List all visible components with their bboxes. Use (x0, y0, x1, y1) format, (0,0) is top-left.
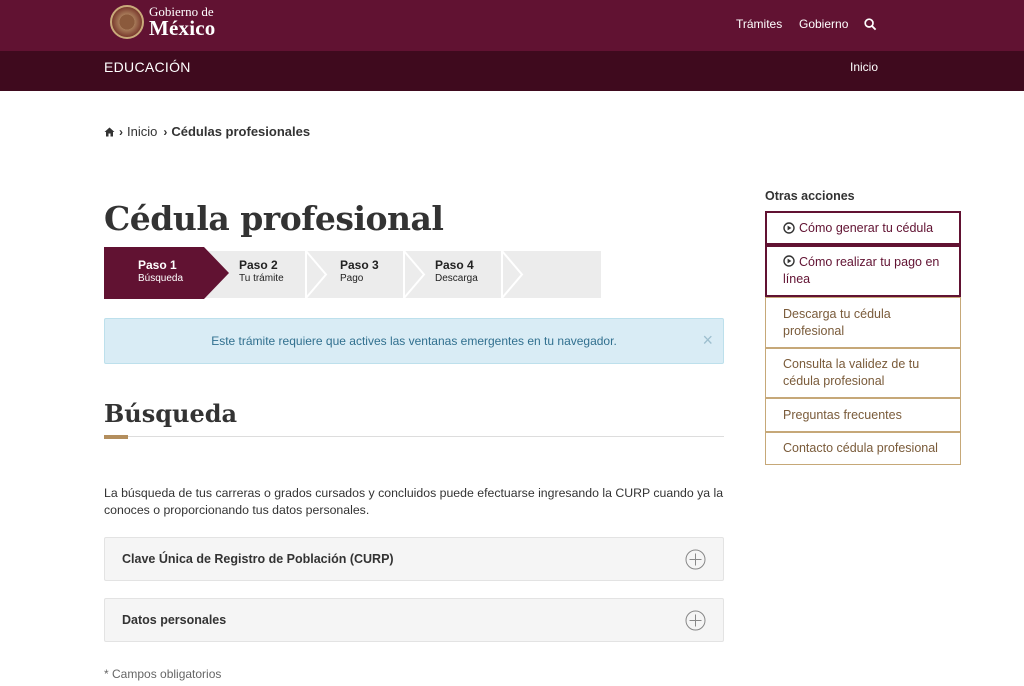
popup-alert: Este trámite requiere que actives las ve… (104, 318, 724, 364)
sidebar-heading: Otras acciones (765, 189, 855, 203)
accordion-curp[interactable]: Clave Única de Registro de Población (CU… (104, 537, 724, 581)
section-divider (104, 436, 724, 437)
section-description: La búsqueda de tus carreras o grados cur… (104, 486, 724, 517)
sidebar-item-descarga-cedula[interactable]: Descarga tu cédula profesional (765, 297, 961, 348)
sidebar-item-preguntas-frecuentes[interactable]: Preguntas frecuentes (765, 398, 961, 432)
accordion-datos-personales[interactable]: Datos personales (104, 598, 724, 642)
gobierno-mexico-logo[interactable]: Gobierno de México (110, 5, 216, 39)
chevron-right-icon: › (163, 124, 168, 139)
sidebar-item-label: Contacto cédula profesional (783, 441, 938, 455)
play-circle-icon (783, 222, 795, 234)
step-4: Paso 4 Descarga (435, 258, 478, 284)
sidebar-item-pago-en-linea[interactable]: Cómo realizar tu pago en línea (765, 245, 961, 297)
step-2: Paso 2 Tu trámite (239, 258, 284, 284)
top-header: Gobierno de México Trámites Gobierno (0, 0, 1024, 51)
close-icon[interactable]: × (702, 331, 713, 349)
accordion-label: Clave Única de Registro de Población (CU… (122, 552, 394, 566)
required-fields-note: * Campos obligatorios (104, 667, 222, 681)
section-heading: Búsqueda (104, 399, 238, 428)
play-circle-icon (783, 255, 795, 267)
sidebar-item-label: Cómo realizar tu pago en línea (783, 255, 940, 286)
nav-gobierno-link[interactable]: Gobierno (799, 17, 848, 31)
subheader-inicio-link[interactable]: Inicio (850, 60, 878, 74)
logo-line2: México (149, 16, 216, 40)
section-header: EDUCACIÓN Inicio (0, 51, 1024, 91)
step-1[interactable]: Paso 1 Búsqueda (138, 258, 183, 284)
step-3: Paso 3 Pago (340, 258, 379, 284)
sidebar-item-generar-cedula[interactable]: Cómo generar tu cédula (765, 211, 961, 245)
sidebar-item-text: Cómo realizar tu pago en línea (783, 254, 950, 288)
sidebar-item-label: Cómo generar tu cédula (799, 220, 934, 235)
sidebar-item-label: Preguntas frecuentes (783, 407, 902, 422)
accordion-label: Datos personales (122, 613, 227, 627)
section-accent-bar (104, 435, 128, 439)
sidebar-item-label: Descarga tu cédula profesional (783, 306, 891, 338)
national-seal-icon (110, 5, 144, 39)
alert-text: Este trámite requiere que actives las ve… (211, 334, 617, 348)
sidebar-item-contacto[interactable]: Contacto cédula profesional (765, 432, 961, 465)
breadcrumb: › Inicio › Cédulas profesionales (104, 124, 310, 139)
section-title-educacion[interactable]: EDUCACIÓN (104, 59, 191, 75)
chevron-right-icon: › (119, 124, 123, 139)
plus-circle-icon[interactable] (685, 610, 706, 631)
page-title: Cédula profesional (104, 199, 444, 238)
breadcrumb-inicio[interactable]: Inicio (127, 124, 157, 139)
home-icon[interactable] (104, 127, 115, 137)
steps-wizard: Paso 1 Búsqueda Paso 2 Tu trámite Paso 3… (104, 247, 601, 299)
breadcrumb-current: Cédulas profesionales (171, 124, 311, 139)
sidebar-item-consulta-validez[interactable]: Consulta la validez de tu cédula profesi… (765, 348, 961, 398)
plus-circle-icon[interactable] (685, 549, 706, 570)
nav-tramites-link[interactable]: Trámites (736, 17, 782, 31)
search-icon[interactable] (864, 18, 877, 31)
sidebar-item-label: Consulta la validez de tu cédula profesi… (783, 357, 920, 388)
